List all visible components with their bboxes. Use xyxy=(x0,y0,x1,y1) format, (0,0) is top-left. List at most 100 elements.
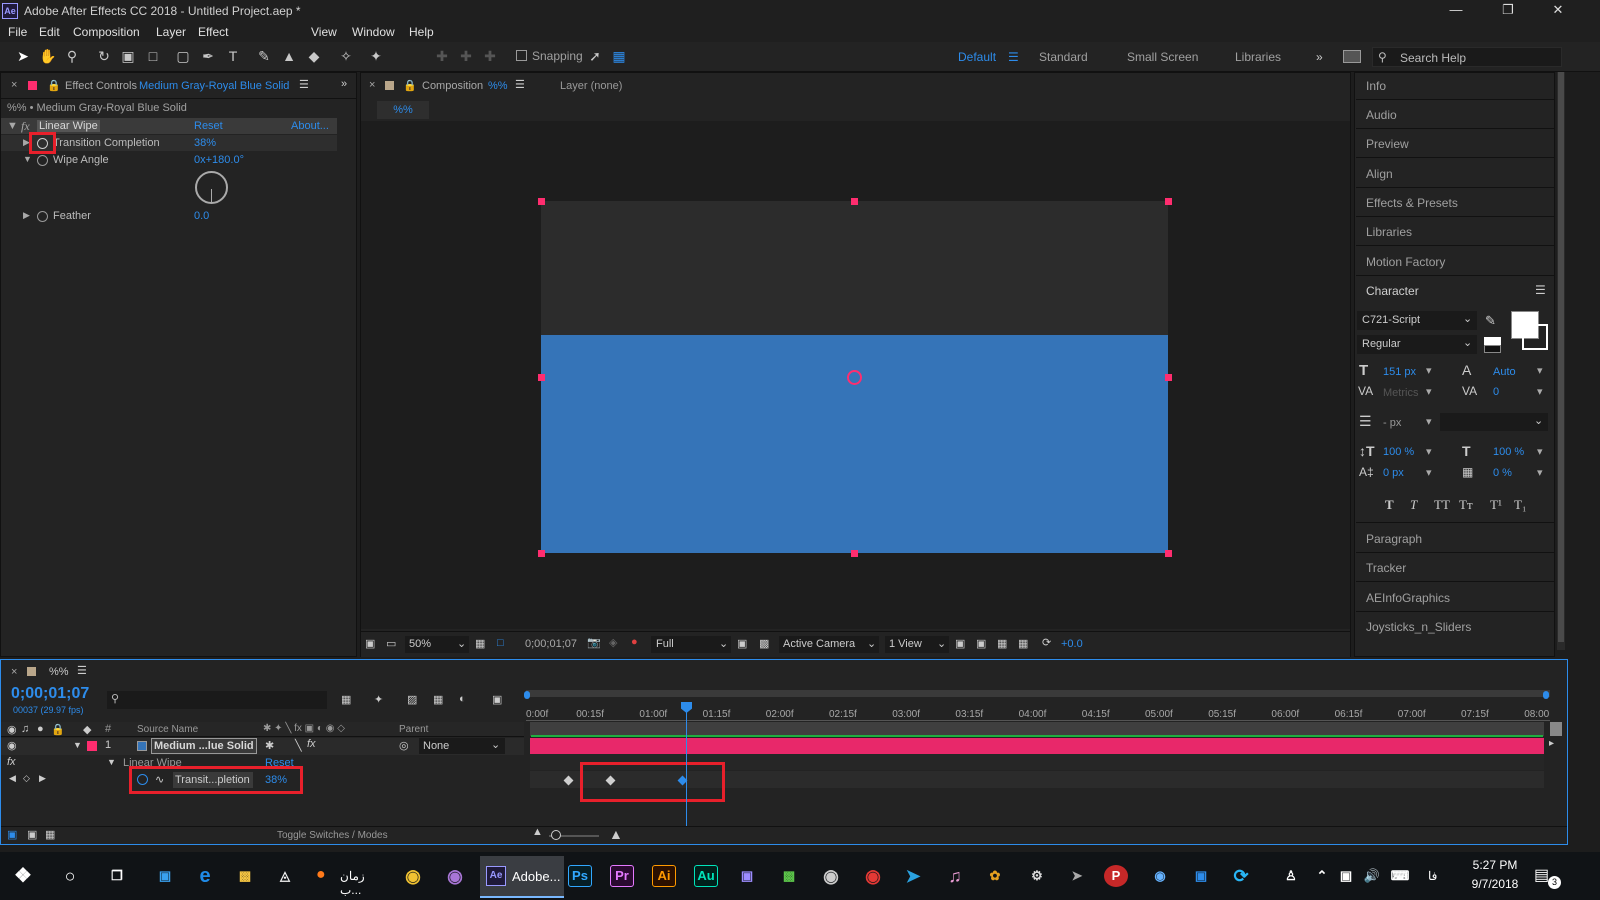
parent-header[interactable]: Parent xyxy=(399,724,428,735)
prev-keyframe-icon[interactable]: ◀ xyxy=(9,773,16,784)
layer-tab[interactable]: Layer (none) xyxy=(560,80,622,92)
rotate-tool-icon[interactable]: ↻ xyxy=(94,46,114,66)
zoom-in-icon[interactable]: ▲ xyxy=(609,826,623,842)
chevron-down-icon[interactable]: ▾ xyxy=(1426,364,1432,377)
window-app-icon[interactable]: ▣ xyxy=(1186,862,1216,890)
firefox-taskbar-button[interactable]: ● زمان ب... xyxy=(312,862,384,897)
graph-editor-icon[interactable]: ▣ xyxy=(492,693,502,706)
chevron-down-icon[interactable]: ▾ xyxy=(1426,445,1432,458)
layer-row[interactable]: ◉ ▼ 1 Medium ...lue Solid ✱ ╲ fx ◎ None … xyxy=(1,738,524,755)
itunes-icon[interactable]: ♫ xyxy=(940,862,970,890)
media-encoder-icon[interactable]: ▣ xyxy=(732,862,762,890)
layer-handle-tl[interactable] xyxy=(538,198,545,205)
toggle-pixel-aspect-icon[interactable]: ▣ xyxy=(955,637,965,650)
zoom-slider-thumb[interactable] xyxy=(551,830,561,840)
tools-app-icon[interactable]: ⚙ xyxy=(1022,862,1052,890)
font-style-dropdown[interactable]: Regular ⌄ xyxy=(1357,335,1477,354)
draft-3d-icon[interactable]: ✦ xyxy=(374,693,383,706)
effect-twirl-icon[interactable]: ▼ xyxy=(7,120,18,132)
always-preview-icon[interactable]: ▣ xyxy=(365,637,375,650)
puppet-tool-icon[interactable]: ✦ xyxy=(366,46,386,66)
chevron-down-icon[interactable]: ▾ xyxy=(1426,415,1432,428)
work-area-start[interactable] xyxy=(524,691,530,699)
menu-help[interactable]: Help xyxy=(409,25,434,39)
composition-tab-name[interactable]: %% xyxy=(488,80,508,92)
leading-value[interactable]: Auto xyxy=(1493,366,1516,378)
parent-dropdown[interactable]: None ⌄ xyxy=(419,738,505,754)
paragraph-panel-tab[interactable]: Paragraph xyxy=(1366,532,1422,546)
layer-visibility-eye-icon[interactable]: ◉ xyxy=(7,739,17,752)
timeline-menu-icon[interactable]: ☰ xyxy=(77,664,87,677)
comp-lock-icon[interactable]: 🔒 xyxy=(403,79,417,92)
label-column-icon[interactable]: ◆ xyxy=(83,723,91,736)
effect-row-twirl-icon[interactable]: ▼ xyxy=(107,757,116,767)
work-area-end[interactable] xyxy=(1543,691,1549,699)
pen-tool-icon[interactable]: ✒ xyxy=(198,46,218,66)
tracker-panel-tab[interactable]: Tracker xyxy=(1366,561,1406,575)
subscript-button[interactable]: T₁ xyxy=(1514,497,1526,513)
selection-tool-icon[interactable]: ➤ xyxy=(13,46,33,66)
comp-sub-tab[interactable]: %% xyxy=(377,101,429,119)
effects-presets-panel-tab[interactable]: Effects & Presets xyxy=(1366,196,1458,210)
superscript-button[interactable]: T¹ xyxy=(1490,497,1502,513)
keyboard-icon[interactable]: ⌨ xyxy=(1388,862,1412,890)
close-tab-icon[interactable]: × xyxy=(11,79,17,91)
font-family-dropdown[interactable]: C721-Script ⌄ xyxy=(1357,311,1477,330)
eyedropper-icon[interactable]: ✎ xyxy=(1485,313,1496,329)
exposure-value[interactable]: +0.0 xyxy=(1061,638,1083,650)
kerning-value[interactable]: Metrics xyxy=(1383,387,1418,399)
clock-date[interactable]: 9/7/2018 xyxy=(1460,877,1530,891)
region-of-interest-icon[interactable]: □ xyxy=(497,637,504,649)
chevron-down-icon[interactable]: ▾ xyxy=(1537,466,1543,479)
workspace-small-screen[interactable]: Small Screen xyxy=(1127,50,1198,64)
effect-reset-link[interactable]: Reset xyxy=(194,120,223,132)
ae-taskbar-button[interactable]: Ae Adobe... xyxy=(480,856,564,898)
fast-draft-icon[interactable]: ▣ xyxy=(976,637,986,650)
effect-name[interactable]: Linear Wipe xyxy=(37,120,100,132)
feather-twirl-icon[interactable]: ▶ xyxy=(23,210,30,221)
search-help-box[interactable]: ⚲ Search Help xyxy=(1372,47,1562,67)
green-app-icon[interactable]: ▩ xyxy=(774,862,804,890)
baseline-shift-value[interactable]: 0 px xyxy=(1383,467,1404,479)
zoom-out-icon[interactable]: ▲ xyxy=(532,826,543,838)
volume-icon[interactable]: 🔊 xyxy=(1362,862,1382,890)
composition-tab-label[interactable]: Composition xyxy=(422,80,483,92)
layer-handle-mr[interactable] xyxy=(1165,374,1172,381)
magnification-dropdown[interactable]: 50% ⌄ xyxy=(405,636,469,653)
chevron-down-icon[interactable]: ▾ xyxy=(1537,364,1543,377)
eraser-tool-icon[interactable]: ◆ xyxy=(304,46,324,66)
brush-tool-icon[interactable]: ✎ xyxy=(254,46,274,66)
panel-menu-icon[interactable]: ☰ xyxy=(299,78,309,91)
menu-edit[interactable]: Edit xyxy=(39,25,60,39)
more-workspaces-icon[interactable]: » xyxy=(1316,50,1323,64)
effect-about-link[interactable]: About... xyxy=(291,120,329,132)
tor-icon[interactable]: ◉ xyxy=(440,862,470,890)
close-icon[interactable]: ✕ xyxy=(1538,2,1578,21)
clock-time[interactable]: 5:27 PM xyxy=(1460,858,1530,872)
chevron-down-icon[interactable]: ▾ xyxy=(1537,445,1543,458)
source-name-header[interactable]: Source Name xyxy=(137,724,198,735)
joysticks-sliders-panel-tab[interactable]: Joysticks_n_Sliders xyxy=(1366,620,1471,634)
tsume-value[interactable]: 0 % xyxy=(1493,467,1512,479)
in-out-pane-icon[interactable]: ▦ xyxy=(45,828,55,841)
audio-panel-tab[interactable]: Audio xyxy=(1366,108,1397,122)
lock-column-icon[interactable]: 🔒 xyxy=(51,723,65,736)
info-panel-tab[interactable]: Info xyxy=(1366,79,1386,93)
menu-window[interactable]: Window xyxy=(352,25,395,39)
wipe-angle-stopwatch-icon[interactable] xyxy=(37,154,48,166)
layer-duration-bar[interactable] xyxy=(530,738,1544,754)
font-size-value[interactable]: 151 px xyxy=(1383,366,1416,378)
shy-switch-icon[interactable]: ✱ xyxy=(265,739,274,752)
wipe-angle-twirl-icon[interactable]: ▼ xyxy=(23,154,32,164)
character-panel-title[interactable]: Character xyxy=(1366,284,1419,298)
views-dropdown[interactable]: 1 View ⌄ xyxy=(885,636,949,653)
faux-italic-button[interactable]: T xyxy=(1410,497,1417,513)
snapping-checkbox[interactable] xyxy=(516,50,527,61)
character-menu-icon[interactable]: ☰ xyxy=(1535,283,1546,297)
maximize-icon[interactable]: ❐ xyxy=(1488,2,1528,21)
sync-app-icon[interactable]: ⟳ xyxy=(1226,862,1256,890)
store-app-icon[interactable]: ▣ xyxy=(150,862,180,890)
expand-panels-icon[interactable]: » xyxy=(341,78,347,90)
premiere-icon[interactable]: Pr xyxy=(610,865,634,887)
flowchart-icon[interactable]: ▦ xyxy=(1018,637,1028,650)
